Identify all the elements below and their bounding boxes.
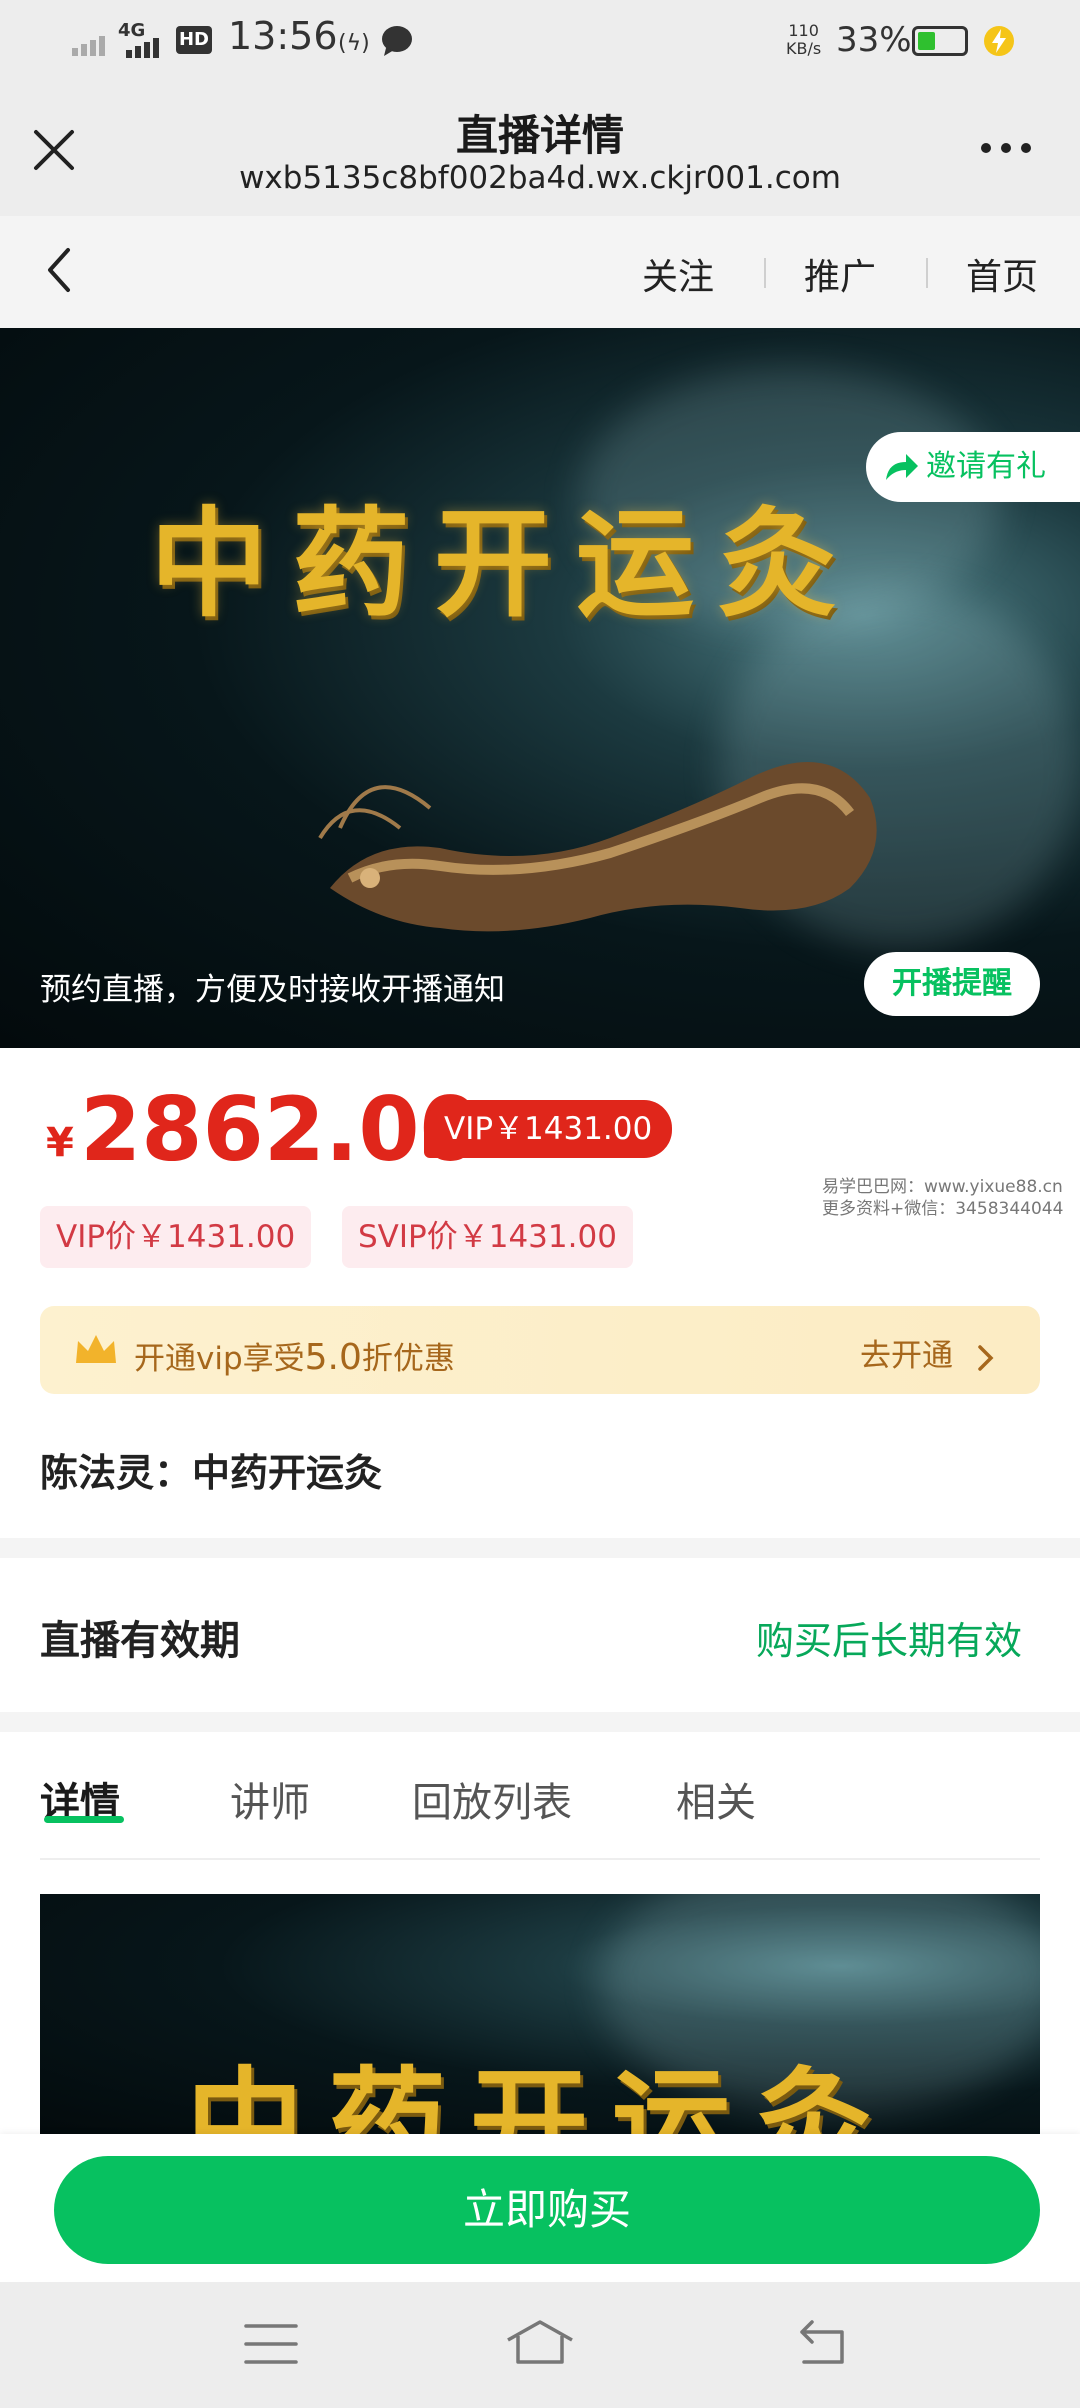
chevron-right-icon bbox=[978, 1344, 994, 1371]
vip-promo-prefix: 开通vip享受 bbox=[134, 1341, 305, 1377]
clock: 13:56 bbox=[228, 14, 338, 58]
crown-icon bbox=[76, 1335, 116, 1363]
vip-promo-text: 开通vip享受5.0折优惠 bbox=[134, 1333, 455, 1378]
signal-bars-icon bbox=[126, 38, 159, 58]
menu-icon[interactable] bbox=[244, 2322, 298, 2366]
battery-icon bbox=[912, 26, 968, 56]
vip-price-chip: VIP价￥1431.00 bbox=[40, 1206, 312, 1268]
section-gap bbox=[0, 1712, 1080, 1732]
watermark-line: 更多资料+微信：3458344044 bbox=[822, 1199, 1064, 1219]
page-url: wxb5135c8bf002ba4d.wx.ckjr001.com bbox=[239, 160, 841, 196]
detail-title-art: 中药开运灸 bbox=[186, 2054, 897, 2134]
more-options-icon[interactable] bbox=[978, 140, 1034, 156]
share-arrow-icon bbox=[886, 454, 918, 480]
watermark-line: 易学巴巴网：www.yixue88.cn bbox=[822, 1177, 1063, 1197]
price-value: 2862.00 bbox=[80, 1078, 481, 1181]
vip-open-label: 去开通 bbox=[860, 1338, 953, 1374]
invite-label: 邀请有礼 bbox=[926, 449, 1046, 484]
nav-divider bbox=[764, 258, 766, 288]
svg-text:(ϟ): (ϟ) bbox=[338, 31, 370, 56]
vip-promo-suffix: 折优惠 bbox=[361, 1341, 455, 1377]
invite-button[interactable]: 邀请有礼 bbox=[866, 432, 1080, 502]
nav-divider bbox=[926, 258, 928, 288]
section-gap bbox=[0, 1538, 1080, 1558]
speed-value: 110 bbox=[788, 21, 819, 40]
watermark: 易学巴巴网：www.yixue88.cn 更多资料+微信：3458344044 bbox=[822, 1176, 1063, 1220]
active-tab-indicator bbox=[44, 1816, 124, 1823]
hd-voice-badge: HD bbox=[176, 26, 212, 54]
detail-image: 中药开运灸 bbox=[40, 1894, 1040, 2134]
home-icon[interactable] bbox=[504, 2318, 576, 2368]
tab-replay-list[interactable]: 回放列表 bbox=[412, 1770, 572, 1828]
follow-link[interactable]: 关注 bbox=[642, 248, 714, 300]
reminder-note: 预约直播，方便及时接收开播通知 bbox=[40, 972, 505, 1008]
vip-open-link[interactable]: 去开通 bbox=[860, 1330, 995, 1375]
cover-banner: 中药开运灸 邀请有礼 预约直播，方便及时接收开播通知 开播提醒 bbox=[0, 328, 1080, 1048]
buy-now-button[interactable]: 立即购买 bbox=[54, 2156, 1040, 2264]
live-reminder-button[interactable]: 开播提醒 bbox=[864, 952, 1040, 1016]
svip-price-chip: SVIP价￥1431.00 bbox=[342, 1206, 633, 1268]
validity-value: 购买后长期有效 bbox=[756, 1619, 1023, 1663]
back-arrow-icon[interactable] bbox=[44, 246, 74, 294]
signal-icon bbox=[72, 36, 105, 56]
battery-level bbox=[918, 32, 935, 50]
page-title: 直播详情 bbox=[455, 111, 624, 160]
course-title: 陈法灵：中药开运灸 bbox=[40, 1451, 383, 1495]
chat-bubble-icon bbox=[382, 26, 412, 56]
cover-title-art: 中药开运灸 bbox=[150, 494, 861, 633]
charging-icon bbox=[984, 26, 1014, 56]
network-speed: 110 KB/s bbox=[786, 22, 821, 58]
tab-related[interactable]: 相关 bbox=[676, 1770, 756, 1828]
nav-bar bbox=[0, 216, 1080, 328]
dragon-illustration bbox=[318, 762, 877, 932]
price-currency: ¥ bbox=[46, 1120, 74, 1166]
home-link[interactable]: 首页 bbox=[966, 248, 1038, 300]
promote-link[interactable]: 推广 bbox=[804, 248, 876, 300]
back-icon[interactable] bbox=[794, 2318, 850, 2368]
nfc-icon: (ϟ) bbox=[338, 31, 370, 56]
speed-unit: KB/s bbox=[786, 39, 822, 58]
validity-label: 直播有效期 bbox=[40, 1618, 240, 1664]
tab-lecturer[interactable]: 讲师 bbox=[230, 1770, 310, 1828]
battery-percent: 33% bbox=[836, 20, 912, 60]
tab-divider bbox=[40, 1858, 1040, 1860]
vip-price-tag: VIP￥1431.00 bbox=[424, 1100, 673, 1158]
vip-discount: 5.0 bbox=[304, 1337, 362, 1378]
